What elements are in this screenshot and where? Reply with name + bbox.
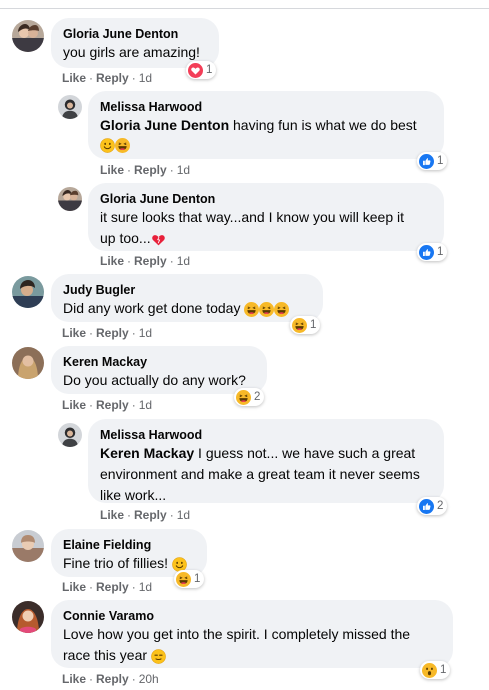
comment-actions: Like · Reply · 1d [62, 71, 153, 85]
reply-button[interactable]: Reply [96, 672, 129, 686]
avatar[interactable] [58, 187, 82, 211]
timestamp[interactable]: 1d [177, 254, 190, 268]
comment-actions: Like · Reply · 1d [62, 326, 153, 340]
section-divider [0, 8, 489, 9]
like-button[interactable]: Like [62, 672, 86, 686]
wow-reaction-icon [422, 663, 437, 678]
like-button[interactable]: Like [100, 508, 124, 522]
avatar[interactable] [12, 347, 44, 379]
haha-reaction-icon [292, 318, 307, 333]
avatar[interactable] [12, 601, 44, 633]
timestamp[interactable]: 1d [177, 163, 190, 177]
laughing-emoji-icon [259, 302, 274, 317]
timestamp[interactable]: 1d [139, 580, 152, 594]
commenter-name[interactable]: Judy Bugler [63, 282, 311, 298]
haha-reaction-icon [236, 390, 251, 405]
commenter-name[interactable]: Gloria June Denton [100, 191, 432, 207]
avatar[interactable] [12, 276, 44, 308]
reply-button[interactable]: Reply [96, 326, 129, 340]
timestamp[interactable]: 1d [177, 508, 190, 522]
timestamp[interactable]: 1d [139, 71, 152, 85]
reaction-count[interactable]: 1 [417, 152, 448, 170]
reaction-count[interactable]: 2 [417, 497, 448, 515]
comment-text: Do you actually do any work? [63, 372, 246, 388]
commenter-name[interactable]: Melissa Harwood [100, 427, 432, 443]
comment-actions: Like · Reply · 1d [62, 580, 153, 594]
timestamp[interactable]: 20h [139, 672, 159, 686]
comment-actions: Like · Reply · 1d [100, 508, 191, 522]
comment-text: it sure looks that way...and I know you … [100, 209, 404, 247]
timestamp[interactable]: 1d [139, 326, 152, 340]
comment-bubble: Judy Bugler Did any work get done today [51, 274, 323, 322]
mention-link[interactable]: Gloria June Denton [100, 117, 229, 133]
like-button[interactable]: Like [100, 163, 124, 177]
laughing-emoji-icon [244, 302, 259, 317]
comment-text: you girls are amazing! [63, 44, 200, 60]
comment-text: Keren Mackay I guess not... we have such… [100, 445, 420, 503]
commenter-name[interactable]: Keren Mackay [63, 354, 255, 370]
like-reaction-icon [419, 245, 434, 260]
mention-link[interactable]: Keren Mackay [100, 445, 194, 461]
avatar[interactable] [58, 423, 82, 447]
timestamp[interactable]: 1d [139, 398, 152, 412]
love-reaction-icon [188, 63, 203, 78]
commenter-name[interactable]: Elaine Fielding [63, 537, 195, 553]
like-button[interactable]: Like [100, 254, 124, 268]
comment-bubble: Keren Mackay Do you actually do any work… [51, 346, 267, 394]
comment-text: Love how you get into the spirit. I comp… [63, 626, 411, 664]
comment-actions: Like · Reply · 1d [100, 163, 191, 177]
like-reaction-icon [419, 154, 434, 169]
haha-reaction-icon [176, 572, 191, 587]
comment-text: Gloria June Denton having fun is what we… [100, 117, 417, 133]
avatar[interactable] [12, 20, 44, 52]
like-button[interactable]: Like [62, 71, 86, 85]
reply-button[interactable]: Reply [134, 254, 167, 268]
smile-emoji-icon [100, 138, 115, 153]
avatar[interactable] [58, 95, 82, 119]
avatar[interactable] [12, 530, 44, 562]
comment-bubble: Gloria June Denton it sure looks that wa… [88, 183, 444, 251]
like-button[interactable]: Like [62, 398, 86, 412]
reply-button[interactable]: Reply [96, 71, 129, 85]
reply-button[interactable]: Reply [134, 163, 167, 177]
commenter-name[interactable]: Connie Varamo [63, 608, 441, 624]
reaction-count[interactable]: 1 [186, 61, 217, 79]
comment-actions: Like · Reply · 1d [100, 254, 191, 268]
laughing-emoji-icon [274, 302, 289, 317]
comment-bubble: Melissa Harwood Keren Mackay I guess not… [88, 419, 444, 503]
emoji-row [100, 137, 432, 155]
reaction-count[interactable]: 1 [417, 243, 448, 261]
reaction-count[interactable]: 1 [290, 316, 321, 334]
reaction-count[interactable]: 1 [420, 661, 451, 679]
reply-button[interactable]: Reply [134, 508, 167, 522]
reaction-count[interactable]: 1 [174, 570, 205, 588]
like-button[interactable]: Like [62, 580, 86, 594]
comment-bubble: Melissa Harwood Gloria June Denton havin… [88, 91, 444, 159]
reaction-count[interactable]: 2 [234, 388, 265, 406]
commenter-name[interactable]: Melissa Harwood [100, 99, 432, 115]
like-reaction-icon [419, 499, 434, 514]
neutral-face-emoji-icon [151, 649, 166, 664]
like-button[interactable]: Like [62, 326, 86, 340]
comment-actions: Like · Reply · 20h [62, 672, 159, 686]
comment-text: Did any work get done today [63, 298, 311, 319]
reply-button[interactable]: Reply [96, 398, 129, 412]
broken-heart-emoji-icon [151, 232, 166, 247]
reply-button[interactable]: Reply [96, 580, 129, 594]
comment-bubble: Connie Varamo Love how you get into the … [51, 600, 453, 668]
laughing-emoji-icon [115, 138, 130, 153]
commenter-name[interactable]: Gloria June Denton [63, 26, 207, 42]
comment-actions: Like · Reply · 1d [62, 398, 153, 412]
